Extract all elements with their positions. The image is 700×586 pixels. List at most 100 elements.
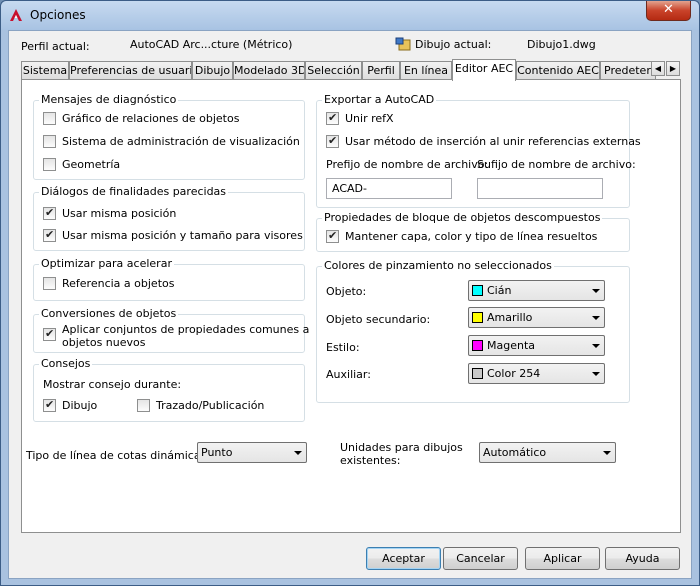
profile-value: AutoCAD Arc...cture (Métrico) [130, 38, 293, 51]
color-swatch-icon [472, 285, 483, 296]
units-label: Unidades para dibujos [340, 441, 463, 454]
grip-object-label: Objeto: [326, 285, 367, 298]
optimize-group: Optimizar para acelerar Referencia a obj… [33, 257, 305, 301]
grip-auxiliary-value: Color 254 [487, 367, 541, 380]
grip-subobject-value: Amarillo [487, 311, 533, 324]
tips-title: Consejos [39, 357, 93, 370]
prefix-input[interactable]: ACAD- [326, 178, 452, 199]
tab-strip: Sistema Preferencias de usuario Dibujo M… [21, 59, 681, 81]
chevron-down-icon [294, 451, 302, 455]
conversions-title: Conversiones de objetos [39, 307, 179, 320]
units-select[interactable]: Automático [479, 442, 616, 463]
object-relations-label: Gráfico de relaciones de objetos [62, 112, 240, 125]
geometry-label: Geometría [62, 158, 121, 171]
tab-en-linea[interactable]: En línea [400, 61, 452, 80]
diagnostics-group: Mensajes de diagnóstico Gráfico de relac… [33, 93, 305, 180]
editor-aec-panel: Mensajes de diagnóstico Gráfico de relac… [21, 79, 681, 533]
apply-property-sets-label: Aplicar conjuntos de propiedades comunes… [62, 323, 310, 336]
maintain-layer-checkbox[interactable] [326, 229, 339, 243]
grip-subobject-label: Objeto secundario: [326, 313, 431, 326]
similar-dialogs-title: Diálogos de finalidades parecidas [39, 185, 229, 198]
same-position-size-label: Usar misma posición y tamaño para visore… [62, 229, 303, 242]
grip-object-value: Cián [487, 284, 512, 297]
tab-contenido-aec[interactable]: Contenido AEC [516, 61, 600, 80]
display-system-checkbox[interactable] [43, 135, 56, 148]
drawing-file-icon [395, 37, 411, 51]
tab-perfil[interactable]: Perfil [362, 61, 400, 80]
tips-group: Consejos Mostrar consejo durante: Dibujo… [33, 357, 305, 422]
apply-button[interactable]: Aplicar [525, 547, 600, 570]
suffix-label: Sufijo de nombre de archivo: [477, 158, 636, 171]
grip-object-select[interactable]: Cián [468, 280, 605, 301]
tip-drawing-checkbox[interactable] [43, 398, 56, 412]
options-dialog: Opciones ✕ Perfil actual: AutoCAD Arc...… [0, 0, 700, 586]
drawing-label: Dibujo actual: [415, 38, 492, 51]
grip-subobject-select[interactable]: Amarillo [468, 307, 605, 328]
dimension-linetype-select[interactable]: Punto [197, 442, 307, 463]
diagnostics-title: Mensajes de diagnóstico [39, 93, 179, 106]
optimize-title: Optimizar para acelerar [39, 257, 174, 270]
apply-property-sets-label-cont: objetos nuevos [62, 336, 146, 349]
tab-predeterminado[interactable]: Predeterm [600, 61, 656, 80]
prefix-label: Prefijo de nombre de archivo: [326, 158, 489, 171]
chevron-down-icon [592, 289, 600, 293]
units-value: Automático [483, 446, 547, 459]
color-swatch-icon [472, 312, 483, 323]
chevron-down-icon [592, 344, 600, 348]
similar-dialogs-group: Diálogos de finalidades parecidas Usar m… [33, 185, 305, 251]
bind-xref-label: Unir refX [345, 112, 394, 125]
tip-plot-label: Trazado/Publicación [156, 399, 265, 412]
ok-button[interactable]: Aceptar [366, 547, 441, 570]
grip-style-label: Estilo: [326, 341, 360, 354]
maintain-layer-label: Mantener capa, color y tipo de línea res… [345, 230, 598, 243]
grip-colors-group: Colores de pinzamiento no seleccionados … [316, 259, 630, 403]
same-position-checkbox[interactable] [43, 206, 56, 220]
block-properties-group: Propiedades de bloque de objetos descomp… [316, 211, 630, 252]
autocad-logo-icon [10, 9, 22, 21]
title-bar: Opciones ✕ [1, 1, 699, 30]
dimension-linetype-label: Tipo de línea de cotas dinámicas: [26, 449, 211, 462]
grip-style-value: Magenta [487, 339, 536, 352]
object-reference-label: Referencia a objetos [62, 277, 175, 290]
grip-colors-title: Colores de pinzamiento no seleccionados [322, 259, 554, 272]
help-button[interactable]: Ayuda [605, 547, 680, 570]
grip-style-select[interactable]: Magenta [468, 335, 605, 356]
units-label-cont: existentes: [340, 454, 401, 467]
apply-property-sets-checkbox[interactable] [43, 327, 56, 341]
close-button[interactable]: ✕ [646, 1, 691, 21]
window-title: Opciones [30, 8, 86, 22]
tab-dibujo[interactable]: Dibujo [192, 61, 233, 80]
tab-preferencias[interactable]: Preferencias de usuario [69, 61, 192, 80]
tab-sistema[interactable]: Sistema [21, 61, 69, 80]
tip-drawing-label: Dibujo [62, 399, 98, 412]
chevron-down-icon [592, 372, 600, 376]
same-position-label: Usar misma posición [62, 207, 177, 220]
drawing-value: Dibujo1.dwg [527, 38, 596, 51]
geometry-checkbox[interactable] [43, 158, 56, 171]
object-reference-checkbox[interactable] [43, 277, 56, 290]
dialog-body: Perfil actual: AutoCAD Arc...cture (Métr… [8, 30, 692, 579]
conversions-group: Conversiones de objetos Aplicar conjunto… [33, 307, 309, 353]
color-swatch-icon [472, 340, 483, 351]
grip-auxiliary-label: Auxiliar: [326, 368, 371, 381]
dimension-linetype-value: Punto [201, 446, 233, 459]
display-system-label: Sistema de administración de visualizaci… [62, 135, 300, 148]
tab-modelado-3d[interactable]: Modelado 3D [233, 61, 305, 80]
export-group: Exportar a AutoCAD Unir refX Usar método… [316, 93, 641, 208]
chevron-down-icon [603, 451, 611, 455]
tab-scroll-right-icon[interactable]: ▶ [666, 61, 680, 76]
tab-seleccion[interactable]: Selección [305, 61, 362, 80]
color-swatch-icon [472, 368, 483, 379]
insert-method-checkbox[interactable] [326, 134, 339, 148]
tab-editor-aec[interactable]: Editor AEC [452, 59, 516, 81]
object-relations-checkbox[interactable] [43, 112, 56, 125]
export-title: Exportar a AutoCAD [322, 93, 437, 106]
suffix-input[interactable] [477, 178, 603, 199]
bind-xref-checkbox[interactable] [326, 111, 339, 125]
cancel-button[interactable]: Cancelar [443, 547, 518, 570]
grip-auxiliary-select[interactable]: Color 254 [468, 363, 605, 384]
tab-scroll-left-icon[interactable]: ◀ [651, 61, 665, 76]
same-position-size-checkbox[interactable] [43, 228, 56, 242]
chevron-down-icon [592, 316, 600, 320]
tip-plot-checkbox[interactable] [137, 399, 150, 412]
